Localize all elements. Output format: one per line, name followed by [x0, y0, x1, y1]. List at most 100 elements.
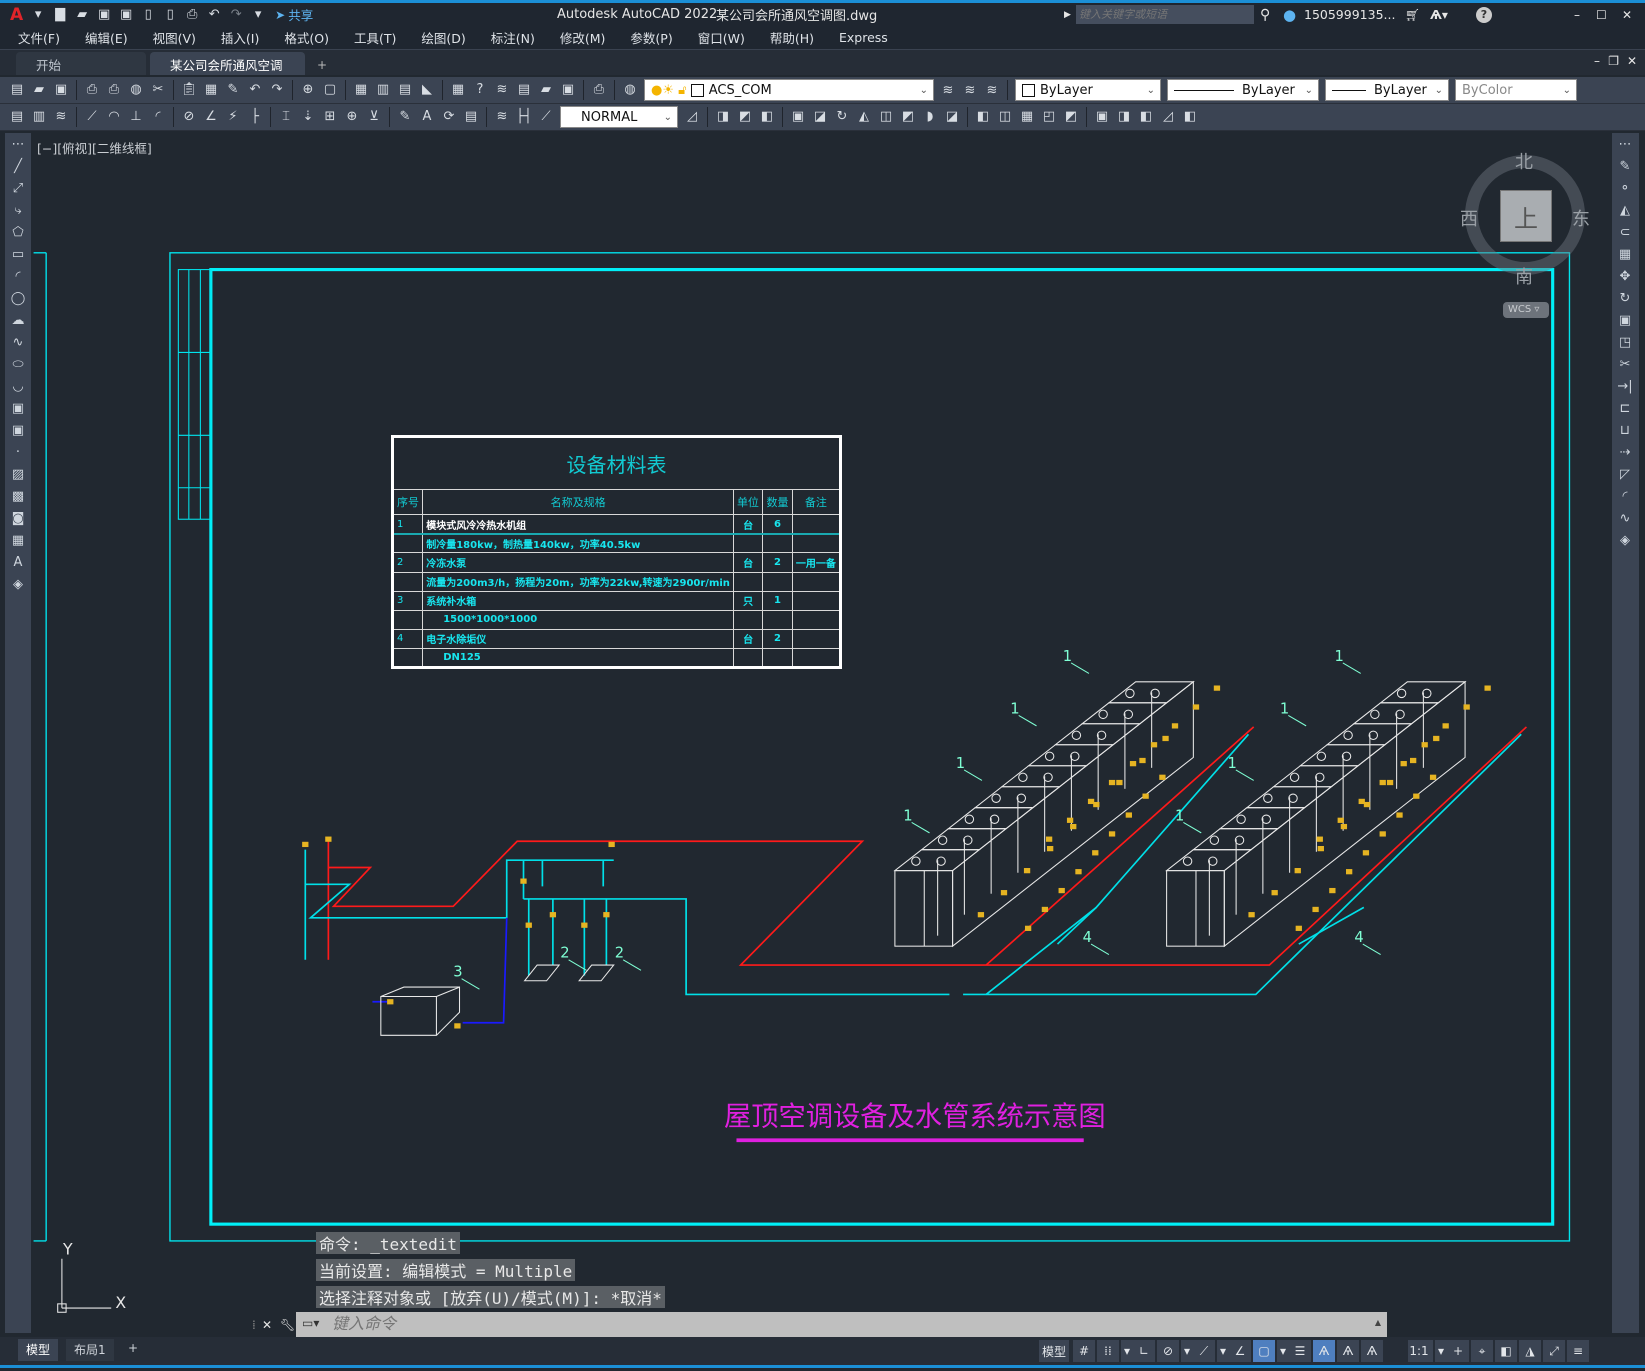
zoom-window-icon[interactable]: ▤	[396, 80, 414, 98]
customize-plus-icon[interactable]: +	[1447, 1340, 1469, 1362]
app-menu-chevron-icon[interactable]: ▾	[29, 6, 47, 24]
dim-break-icon[interactable]: ⊻	[365, 107, 383, 125]
rotate-icon[interactable]: ↻	[1612, 287, 1638, 309]
clean-icon[interactable]: ◫	[996, 107, 1014, 125]
lineweight-icon[interactable]: ☰	[1289, 1340, 1311, 1362]
customize-icon[interactable]: ≡	[1567, 1340, 1589, 1362]
make-current-layer-icon[interactable]: ≋	[939, 81, 957, 99]
dim-override-icon[interactable]: ◿	[683, 107, 701, 125]
plot-preview-icon[interactable]: ⎙	[105, 80, 123, 98]
diameter-dim-icon[interactable]: ⚡	[224, 107, 242, 125]
dimstyle-dropdown[interactable]: NORMAL ⌄	[560, 106, 678, 128]
arc-length-dim-icon[interactable]: ⊥	[127, 107, 145, 125]
plotstyle-dropdown[interactable]: ByColor ⌄	[1455, 79, 1577, 101]
snap-icon[interactable]: ⁞⁞	[1097, 1340, 1119, 1362]
lineweight-dropdown[interactable]: ByLayer ⌄	[1325, 79, 1449, 101]
undo-icon[interactable]: ⊕	[299, 80, 317, 98]
paste-icon[interactable]: ✎	[224, 80, 242, 98]
layer-states-icon[interactable]: ≋	[983, 81, 1001, 99]
menu-item[interactable]: 视图(V)	[153, 28, 196, 47]
jogged-linear-icon[interactable]: ▤	[462, 107, 480, 125]
add-layout-button[interactable]: +	[120, 1339, 146, 1361]
workspace-menu-icon[interactable]: ▾	[1435, 1340, 1447, 1362]
menu-item[interactable]: 标注(N)	[491, 28, 535, 47]
circle-icon[interactable]: ◯	[5, 287, 31, 309]
menu-item[interactable]: 插入(I)	[221, 28, 259, 47]
mirror-icon[interactable]: ◭	[1612, 199, 1638, 221]
slice-icon[interactable]: ◧	[1137, 107, 1155, 125]
extrude-faces-icon[interactable]: ▣	[789, 107, 807, 125]
sweep-icon[interactable]: ◨	[1115, 107, 1133, 125]
scale-icon[interactable]: ▣	[1612, 309, 1638, 331]
lock-icon[interactable]: 🔓︎	[678, 83, 686, 98]
wcs-menu-button[interactable]: WCS ▿	[1503, 302, 1549, 318]
layout-tab-layout1[interactable]: 布局1	[66, 1339, 114, 1361]
grid-icon[interactable]: #	[1073, 1340, 1095, 1362]
layer-previous-icon[interactable]: ≋	[961, 81, 979, 99]
separate-icon[interactable]: ▦	[1018, 107, 1036, 125]
viewcube-east[interactable]: 东	[1572, 205, 1590, 231]
user-icon[interactable]: ●	[1283, 6, 1296, 24]
doc-minimize-icon[interactable]: –	[1594, 54, 1600, 68]
quickcalc-icon[interactable]: ▣	[559, 80, 577, 98]
erase-icon[interactable]: ✎	[1612, 155, 1638, 177]
linetype-dropdown[interactable]: ByLayer ⌄	[1167, 79, 1319, 101]
tab-start[interactable]: 开始	[16, 52, 146, 75]
explode-icon[interactable]: ◈	[1612, 529, 1638, 551]
redo-icon[interactable]: ▢	[321, 80, 339, 98]
isolate-icon[interactable]: ⌖	[1471, 1340, 1493, 1362]
arc-icon[interactable]: ◜	[5, 265, 31, 287]
publish-icon[interactable]: ◍	[127, 80, 145, 98]
doc-restore-icon[interactable]: ❐	[1608, 54, 1619, 68]
annotation-visibility-icon[interactable]: Ѧ	[1313, 1340, 1335, 1362]
help-icon[interactable]: ⎙	[590, 80, 608, 98]
delete-faces-icon[interactable]: ◭	[855, 107, 873, 125]
rectangle-icon[interactable]: ▭	[5, 243, 31, 265]
aligned-dim-icon[interactable]: ◠	[105, 107, 123, 125]
check-solid-icon[interactable]: ◩	[1062, 107, 1080, 125]
ordinate-dim-icon[interactable]: ◜	[149, 107, 167, 125]
user-name[interactable]: 1505999135...	[1304, 7, 1395, 22]
undo-icon[interactable]: ↶	[205, 6, 223, 24]
share-icon[interactable]: ➤	[275, 8, 285, 22]
save-icon[interactable]: ▣	[52, 80, 70, 98]
plot-icon[interactable]: ⎙	[183, 6, 201, 24]
new-icon[interactable]: ▇	[51, 6, 69, 24]
search-input[interactable]	[1076, 5, 1254, 24]
revision-cloud-icon[interactable]: ☁︎	[5, 309, 31, 331]
spline-icon[interactable]: ∿	[5, 331, 31, 353]
quick-properties-icon[interactable]: ◮	[1519, 1340, 1541, 1362]
tolerance-icon[interactable]: ✎	[396, 107, 414, 125]
open-icon[interactable]: ▰	[30, 80, 48, 98]
polyline-icon[interactable]: ⤷	[5, 199, 31, 221]
menu-item[interactable]: 修改(M)	[560, 28, 606, 47]
isodraft-icon[interactable]: ⟋	[1193, 1340, 1215, 1362]
center-mark-icon[interactable]: A	[418, 107, 436, 125]
grip-handle[interactable]: ⁞	[252, 1318, 262, 1332]
menu-item[interactable]: 文件(F)	[18, 28, 60, 47]
move-faces-icon[interactable]: ◪	[811, 107, 829, 125]
intersect-icon[interactable]: ◧	[758, 107, 776, 125]
menu-item[interactable]: 窗口(W)	[698, 28, 745, 47]
layer-tool-icon[interactable]: ≋	[52, 107, 70, 125]
pan-icon[interactable]: ▦	[352, 80, 370, 98]
model-space-button[interactable]: 模型	[1039, 1340, 1069, 1362]
help-icon[interactable]: ?	[1476, 6, 1492, 23]
autocad-logo[interactable]: A	[10, 5, 23, 25]
stretch-icon[interactable]: ◳	[1612, 331, 1638, 353]
customize-icon[interactable]: ▾	[249, 6, 267, 24]
dim-text-edit-icon[interactable]: ├┤	[515, 107, 533, 125]
layout-tab-model[interactable]: 模型	[18, 1339, 59, 1361]
offset-icon[interactable]: ⊂	[1612, 221, 1638, 243]
region-icon[interactable]: ◙	[5, 507, 31, 529]
command-history-toggle-icon[interactable]: ▲	[1375, 1318, 1381, 1327]
copy-icon[interactable]: ▦	[202, 80, 220, 98]
viewport-controls[interactable]: [−][俯视][二维线框]	[37, 138, 152, 157]
ortho-icon[interactable]: ∟	[1133, 1340, 1155, 1362]
subtract-icon[interactable]: ◩	[736, 107, 754, 125]
layer-dropdown[interactable]: ●☀ 🔓︎ ACS_COM ⌄	[644, 79, 934, 101]
join-icon[interactable]: ⇢	[1612, 441, 1638, 463]
gradient-icon[interactable]: ▩	[5, 485, 31, 507]
close-icon[interactable]: ✕	[1622, 8, 1632, 22]
break-icon[interactable]: ⊔	[1612, 419, 1638, 441]
